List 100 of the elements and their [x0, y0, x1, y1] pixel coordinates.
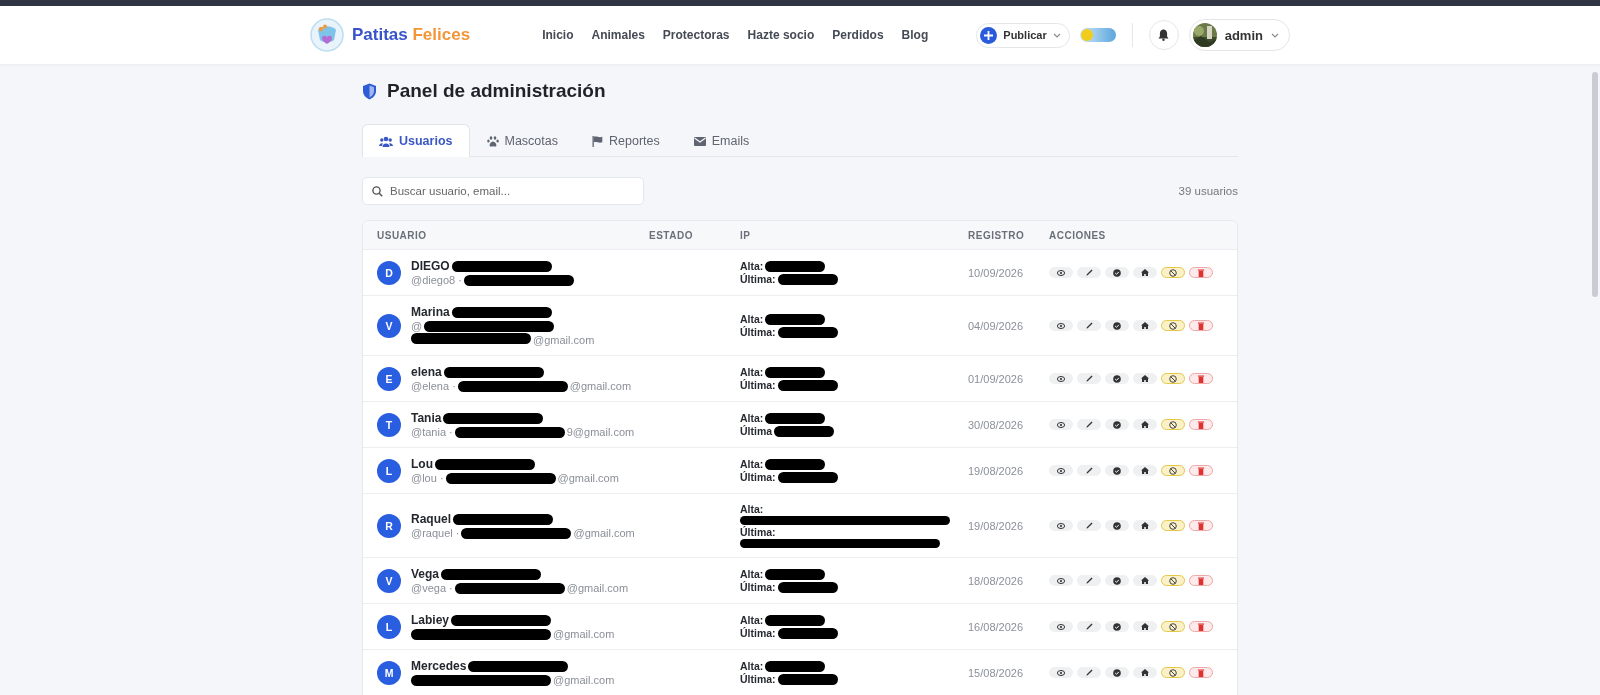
nav-link[interactable]: Animales — [591, 28, 645, 42]
brand-name: Patitas Felices — [352, 25, 471, 45]
user-email: @gmail.com — [553, 628, 615, 640]
user-handle: @ — [411, 320, 423, 332]
delete-button[interactable] — [1189, 520, 1213, 531]
ip-label: Última: — [740, 673, 776, 685]
nav-link[interactable]: Inicio — [542, 28, 574, 42]
home-button[interactable] — [1133, 667, 1157, 678]
user-email: @gmail.com — [566, 582, 629, 594]
check-circle-icon — [1113, 668, 1121, 677]
user-handle: @lou · — [411, 472, 444, 484]
home-button[interactable] — [1133, 575, 1157, 586]
verify-button[interactable] — [1105, 621, 1129, 632]
ban-icon — [1169, 374, 1177, 383]
ip-label: Alta: — [740, 568, 764, 580]
tab[interactable]: Mascotas — [469, 124, 575, 157]
nav-link[interactable]: Protectoras — [662, 28, 730, 42]
home-icon — [1141, 577, 1149, 584]
tab[interactable]: Reportes — [575, 124, 677, 157]
eye-icon — [1057, 467, 1065, 474]
view-button[interactable] — [1049, 621, 1073, 632]
publish-button[interactable]: Publicar — [976, 22, 1070, 48]
verify-button[interactable] — [1105, 373, 1129, 384]
home-icon — [1141, 522, 1149, 529]
trash-icon — [1198, 622, 1204, 631]
block-button[interactable] — [1161, 267, 1185, 278]
check-circle-icon — [1113, 576, 1121, 585]
user-avatar: R — [377, 513, 401, 538]
delete-button[interactable] — [1189, 465, 1213, 476]
ip-label: Última: — [740, 627, 776, 639]
nav-link[interactable]: Hazte socio — [747, 28, 815, 42]
user-handle: @vega · — [411, 582, 453, 594]
view-button[interactable] — [1049, 465, 1073, 476]
home-button[interactable] — [1133, 373, 1157, 384]
scrollbar[interactable] — [1592, 72, 1598, 297]
view-button[interactable] — [1049, 520, 1073, 531]
eye-icon — [1057, 577, 1065, 584]
ip-label: Alta: — [740, 458, 764, 470]
nav-link[interactable]: Perdidos — [832, 28, 884, 42]
block-button[interactable] — [1161, 465, 1185, 476]
view-button[interactable] — [1049, 373, 1073, 384]
block-button[interactable] — [1161, 667, 1185, 678]
block-button[interactable] — [1161, 621, 1185, 632]
home-button[interactable] — [1133, 465, 1157, 476]
verify-button[interactable] — [1105, 667, 1129, 678]
verify-button[interactable] — [1105, 320, 1129, 331]
user-handle: @tania · — [411, 426, 453, 438]
delete-button[interactable] — [1189, 575, 1213, 586]
delete-button[interactable] — [1189, 373, 1213, 384]
verify-button[interactable] — [1105, 575, 1129, 586]
view-button[interactable] — [1049, 667, 1073, 678]
search-field[interactable]: Buscar usuario, email... — [362, 177, 644, 205]
home-icon — [1141, 623, 1149, 630]
home-button[interactable] — [1133, 520, 1157, 531]
eye-icon — [1057, 421, 1065, 428]
block-button[interactable] — [1161, 575, 1185, 586]
verify-button[interactable] — [1105, 267, 1129, 278]
ban-icon — [1169, 321, 1177, 330]
registration-date: 01/09/2026 — [968, 372, 1025, 385]
pencil-icon — [1085, 623, 1093, 630]
registration-date: 18/08/2026 — [968, 574, 1025, 587]
verify-button[interactable] — [1105, 419, 1129, 430]
tab[interactable]: Emails — [676, 124, 767, 157]
delete-button[interactable] — [1189, 320, 1213, 331]
tab[interactable]: Usuarios — [362, 124, 470, 157]
delete-button[interactable] — [1189, 667, 1213, 678]
theme-toggle[interactable] — [1079, 28, 1116, 42]
home-button[interactable] — [1133, 267, 1157, 278]
verify-button[interactable] — [1105, 520, 1129, 531]
user-handle: @elena · — [411, 380, 456, 392]
ip-label: Última: — [740, 379, 776, 391]
view-button[interactable] — [1049, 419, 1073, 430]
block-button[interactable] — [1161, 419, 1185, 430]
eye-icon — [1057, 322, 1065, 329]
view-button[interactable] — [1049, 320, 1073, 331]
ip-label: Última: — [740, 581, 776, 593]
ip-label: Alta: — [740, 260, 764, 272]
home-icon — [1141, 375, 1149, 382]
view-button[interactable] — [1049, 267, 1073, 278]
user-name: Labiey — [411, 613, 449, 627]
home-button[interactable] — [1133, 621, 1157, 632]
block-button[interactable] — [1161, 520, 1185, 531]
home-button[interactable] — [1133, 320, 1157, 331]
column-header: USUARIO — [376, 229, 428, 241]
view-button[interactable] — [1049, 575, 1073, 586]
verify-button[interactable] — [1105, 465, 1129, 476]
block-button[interactable] — [1161, 320, 1185, 331]
delete-button[interactable] — [1189, 419, 1213, 430]
block-button[interactable] — [1161, 373, 1185, 384]
page-title: Panel de administración — [387, 80, 606, 102]
notifications-button[interactable] — [1148, 20, 1179, 50]
user-avatar: E — [377, 366, 401, 391]
user-menu[interactable]: admin — [1188, 19, 1290, 51]
delete-button[interactable] — [1189, 621, 1213, 632]
user-email: @gmail.com — [573, 527, 635, 539]
bell-icon — [1158, 29, 1170, 41]
delete-button[interactable] — [1189, 267, 1213, 278]
home-icon — [1141, 421, 1149, 428]
home-button[interactable] — [1133, 419, 1157, 430]
nav-link[interactable]: Blog — [901, 28, 929, 42]
